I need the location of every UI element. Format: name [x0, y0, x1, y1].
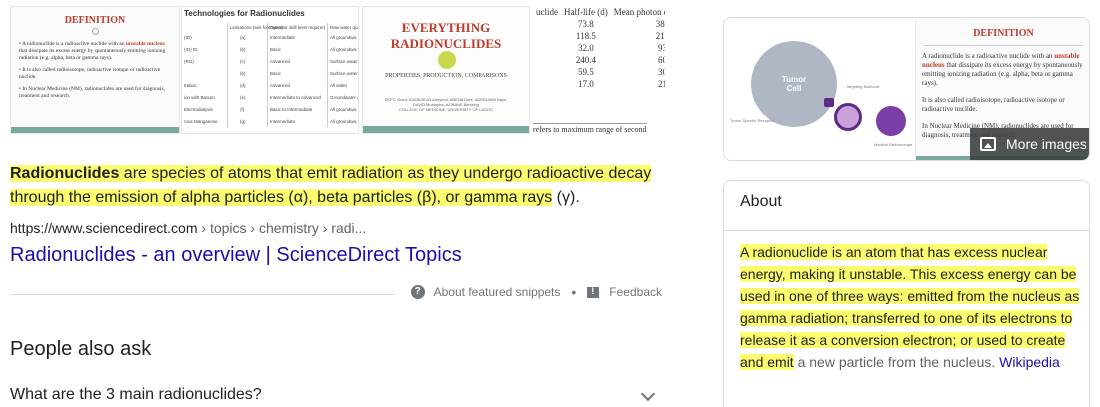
table-row: 240.4 60 — [533, 54, 665, 66]
image-heading: DEFINITION — [64, 15, 126, 26]
radiation-symbol-icon — [438, 51, 456, 69]
image-heading: DEFINITION — [973, 28, 1034, 39]
people-also-ask-heading: People also ask — [10, 338, 152, 360]
table-cell — [533, 18, 561, 30]
lock-icon — [824, 98, 834, 107]
table-cell: 210 — [655, 31, 665, 41]
table-cell: 240.4 — [575, 55, 596, 65]
table-cell: All groundwa — [330, 47, 357, 52]
divider — [724, 230, 1089, 231]
result-image-definition[interactable]: DEFINITION • A radionuclide is a radioac… — [10, 6, 180, 134]
about-featured-snippets-link[interactable]: About featured snippets — [434, 285, 561, 299]
table-cell — [533, 54, 561, 66]
table-cell — [533, 78, 561, 90]
targeting-molecule-shape — [834, 103, 862, 131]
table-cell: 118.5 — [575, 31, 596, 41]
image-footer-band — [363, 126, 529, 133]
help-icon: ? — [410, 285, 425, 299]
table-cell — [533, 30, 561, 42]
halflife-table: uclide Half-life (d) Mean photon energy … — [533, 6, 665, 90]
table-cell: 59.5 — [577, 67, 594, 77]
table-cell: All groundwa — [330, 35, 357, 40]
table-cell: All groundwa — [330, 119, 357, 124]
chevron-down-icon[interactable] — [640, 386, 656, 402]
table-row: 73.8 380 — [533, 18, 665, 30]
table-cell: Surface water prefiltration — [330, 71, 358, 76]
about-panel: About A radionuclide is an atom that has… — [723, 180, 1090, 407]
table-cell — [533, 66, 561, 78]
result-title-link[interactable]: Radionuclides - an overview | ScienceDir… — [10, 244, 462, 267]
tumor-cell-label: Tumor Cell — [781, 75, 807, 93]
table-cell: 32.0 — [577, 43, 594, 53]
table-row: 32.0 93 — [533, 42, 665, 54]
table-cell — [533, 42, 561, 54]
table-cell: Groundwater quality — [330, 95, 358, 100]
about-description: A radionuclide is an atom that has exces… — [740, 244, 1080, 370]
divider-circle — [92, 28, 99, 35]
table-cell: 380 — [655, 19, 665, 29]
table-footnote: refers to maximum range of second — [533, 123, 647, 134]
paa-question[interactable]: What are the 3 main radionuclides? — [10, 386, 262, 404]
table-cell: Surface water prefiltration — [330, 59, 358, 64]
image-text: • A radionuclide is a radioactive nuclid… — [19, 41, 166, 99]
technology-table: Limitations (see footnotes) Operator ski… — [182, 23, 358, 127]
table-cell: 30 — [658, 67, 665, 77]
table-row: 59.5 30 — [533, 66, 665, 78]
tumor-cell-diagram: Tumor Cell Targeting Molecule Tumor Spec… — [724, 18, 914, 160]
table-row: 17.0 21 — [533, 78, 665, 90]
wikipedia-link[interactable]: Wikipedia — [999, 354, 1060, 370]
table-cell: 60 — [658, 55, 665, 65]
image-icon — [980, 137, 996, 151]
image-subtitle: PROPERTIES, PRODUCTION, COMPARISONS — [385, 73, 507, 79]
table-cell: All water — [330, 83, 348, 88]
image-title: Technologies for Radionuclides — [184, 9, 305, 18]
image-authors: EKPO Victor, ADEBOKUN Adeyemi, ABENA Dar… — [384, 97, 508, 112]
image-title: EVERYTHING RADIONUCLIDES — [390, 20, 502, 51]
image-footer-band — [11, 127, 179, 133]
table-cell: All groundwa — [330, 107, 357, 112]
table-cell: 73.8 — [577, 19, 594, 29]
featured-snippet-text: Radionuclides are species of atoms that … — [10, 165, 652, 206]
result-image-everything-radionuclides[interactable]: EVERYTHING RADIONUCLIDES PROPERTIES, PRO… — [362, 6, 530, 134]
more-images-button[interactable]: More images — [970, 128, 1089, 160]
radioisotope-shape — [876, 106, 906, 136]
feedback-icon — [587, 286, 600, 298]
table-cell: 17.0 — [577, 79, 594, 89]
divider — [10, 294, 395, 295]
result-url[interactable]: https://www.sciencedirect.com › topics ›… — [10, 220, 366, 236]
table-cell: 21 — [658, 79, 665, 89]
feedback-link[interactable]: Feedback — [609, 285, 662, 299]
snippet-keyword: Radionuclides — [10, 165, 120, 182]
table-row: 118.5 210 — [533, 30, 665, 42]
knowledge-panel-image[interactable]: Tumor Cell Targeting Molecule Tumor Spec… — [723, 17, 1090, 161]
result-image-halflife-table[interactable]: uclide Half-life (d) Mean photon energy … — [533, 6, 665, 134]
table-cell: 93 — [658, 43, 665, 53]
result-image-technologies[interactable]: Technologies for Radionuclides Limitatio… — [181, 6, 359, 134]
snippet-footer: ? About featured snippets • Feedback — [410, 284, 662, 300]
heading-rule — [924, 45, 1083, 46]
about-title: About — [740, 193, 782, 210]
